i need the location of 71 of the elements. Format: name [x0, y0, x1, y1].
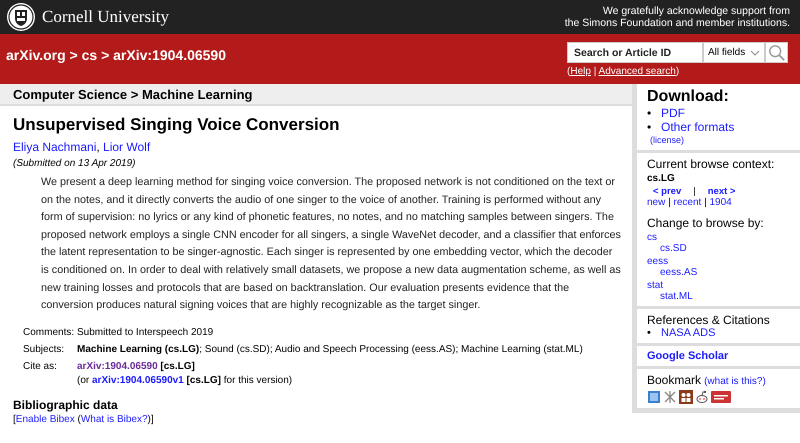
metadata-label: Comments: — [23, 326, 74, 338]
download-heading: Download: — [647, 88, 730, 106]
separator: | — [693, 186, 696, 197]
download-link[interactable]: Other formats — [661, 120, 734, 134]
acknowledgement-text: the Simons Foundation and member institutions. — [564, 17, 790, 29]
category-link[interactable]: stat.ML — [647, 291, 792, 302]
punctuation: ) — [676, 66, 680, 77]
metadata-text: (or — [77, 374, 90, 386]
punctuation: [ — [13, 414, 16, 425]
download-link[interactable]: PDF — [661, 106, 685, 120]
archive-link[interactable]: eess — [647, 256, 792, 267]
reference-link[interactable]: NASA ADS — [661, 327, 716, 339]
help-link[interactable]: Help — [570, 66, 591, 77]
submission-date: (Submitted on 13 Apr 2019) — [13, 158, 136, 169]
browse-context: cs.LG — [647, 173, 676, 184]
search-button[interactable] — [765, 42, 788, 63]
bullet: • — [647, 327, 652, 339]
category-link[interactable]: eess.AS — [647, 267, 792, 278]
author-link[interactable]: Lior Wolf — [103, 140, 150, 154]
arxiv-link[interactable]: arXiv:1904.06590 — [77, 360, 158, 372]
browse-heading: Current browse context: — [647, 157, 776, 171]
search-icon — [768, 44, 786, 62]
category-link[interactable]: cs.SD — [647, 243, 792, 254]
references-heading: References & Citations — [647, 313, 771, 327]
pager-link[interactable]: < prev — [653, 186, 682, 197]
punctuation: )] — [148, 414, 154, 425]
field-dropdown[interactable]: All fields — [703, 42, 765, 63]
paper-title: Unsupervised Singing Voice Conversion — [13, 115, 341, 135]
metadata-label: Cite as: — [23, 360, 57, 372]
punctuation: ( — [567, 66, 570, 77]
license-link[interactable]: (license) — [650, 135, 684, 145]
list-link[interactable]: 1904 — [709, 197, 732, 208]
separator: | — [667, 197, 672, 208]
badge-icon[interactable] — [711, 390, 731, 404]
arxiv-link[interactable]: arXiv:1904.06590v1 — [92, 374, 184, 386]
acknowledgement-text: We gratefully acknowledge support from — [602, 5, 790, 17]
search-field[interactable]: Search or Article ID — [567, 42, 703, 63]
people-icon[interactable] — [679, 390, 693, 404]
archive-link[interactable]: stat — [647, 280, 792, 291]
subject-heading: Computer Science > Machine Learning — [13, 86, 252, 102]
abstract-text: We present a deep learning method for singing voice conversion. The proposed network is not conditioned on the text or on the notes, and it directly converts the audio of one singer to the voice of another. Training is performed without any form of supervision: no lyrics or any kind of phonetic features, no notes, and no matching samples between singers. The proposed network employs a single CNN encoder for all singers, a single WaveNet decoder, and a classifier that enforces the latent representation to be singer-agnostic. Each singer is represented by one embedding vector, which the decoder is conditioned on. In order to deal with relatively small datasets, we propose a new data augmentation scheme, as well as new training losses and protocols that are based on backtranslation. Our evaluation presents evidence that the conversion produces natural signing voices that are highly recognizable as the target singer. — [41, 175, 622, 314]
pager-link[interactable]: next > — [708, 186, 736, 197]
author-link[interactable]: Eliya Nachmani — [13, 140, 96, 154]
bullet: • — [647, 120, 652, 134]
section-heading: Bibliographic data — [13, 398, 119, 412]
metadata-label: Subjects: — [23, 344, 64, 355]
punctuation: ( — [76, 414, 81, 425]
browse-heading: Change to browse by: — [647, 216, 765, 230]
help-link[interactable]: Advanced search — [598, 66, 676, 77]
list-link[interactable]: recent — [674, 197, 702, 208]
university-name: Cornell University — [42, 7, 170, 27]
bullet: • — [647, 106, 652, 120]
bibex-link[interactable]: Enable Bibex — [16, 414, 75, 425]
metadata-text: Submitted to Interspeech 2019 — [77, 326, 214, 338]
help-link[interactable]: (what is this?) — [704, 376, 766, 387]
bibex-link[interactable]: What is Bibex? — [80, 414, 148, 425]
caret-icon — [750, 50, 760, 56]
list-link[interactable]: new — [647, 197, 666, 208]
bookmark-heading: Bookmark — [647, 373, 702, 387]
breadcrumb: arXiv.org > cs > arXiv:1904.06590 — [6, 47, 226, 65]
book-icon[interactable] — [647, 390, 661, 404]
punctuation: , — [96, 140, 101, 154]
metadata-text: for this version) — [222, 374, 292, 386]
google-scholar-link[interactable]: Google Scholar — [647, 350, 728, 362]
separator: | — [703, 197, 708, 208]
archive-link[interactable]: cs — [647, 232, 792, 243]
metadata-text: [cs.LG] — [186, 374, 221, 386]
metadata-text: [cs.LG] — [159, 360, 195, 372]
punctuation: | — [592, 66, 598, 77]
subjects-text: Machine Learning (cs.LG); Sound (cs.SD); Audio and Speech Processing (eess.AS); Machine Learning (stat.ML) — [77, 344, 583, 355]
alien-icon[interactable] — [695, 390, 709, 404]
